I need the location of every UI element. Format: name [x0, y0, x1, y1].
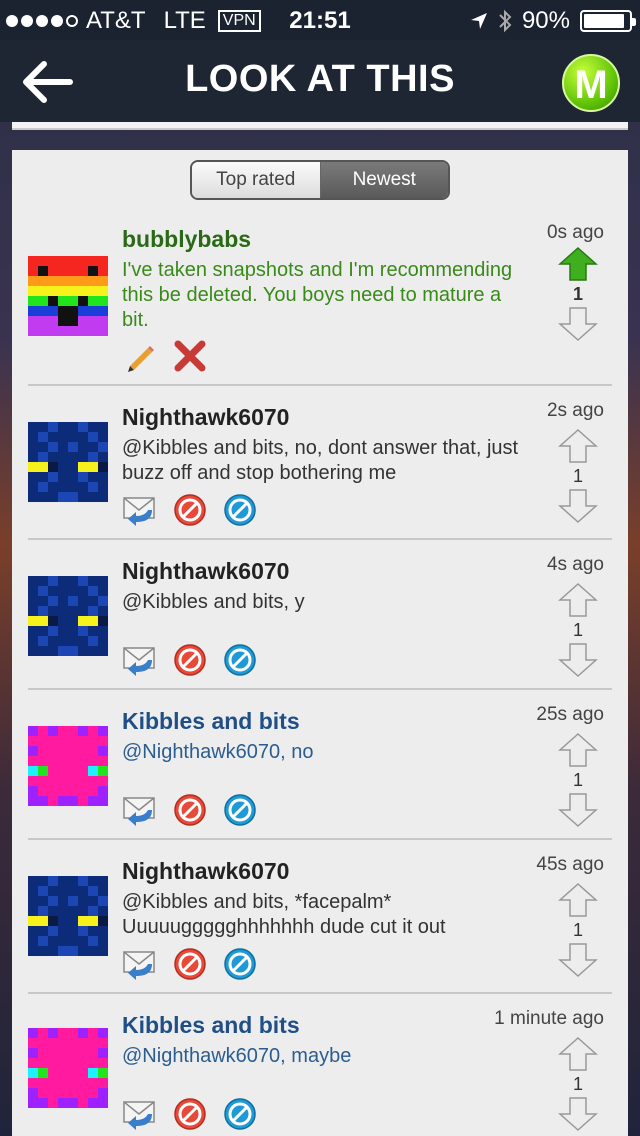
pencil-icon[interactable] [122, 338, 158, 374]
blue-block-icon[interactable] [222, 642, 258, 678]
status-right: 90% [470, 7, 636, 35]
vote-control: 1 [558, 246, 598, 342]
comment-username[interactable]: Nighthawk6070 [122, 558, 289, 585]
red-block-icon[interactable] [172, 792, 208, 828]
vote-count: 1 [572, 770, 583, 790]
comment-item: Kibbles and bits @Nighthawk6070, maybe 1… [28, 996, 612, 1136]
comment-item: Kibbles and bits @Nighthawk6070, no 25s … [28, 692, 612, 840]
comment-time: 25s ago [536, 704, 604, 725]
sort-segmented-control: Top rated Newest [190, 160, 450, 200]
comment-actions [122, 338, 208, 374]
red-block-icon[interactable] [172, 946, 208, 982]
comment-actions [122, 642, 258, 678]
vote-count: 1 [572, 466, 583, 486]
down-arrow-icon[interactable] [558, 942, 598, 978]
comment-username[interactable]: Kibbles and bits [122, 1012, 300, 1039]
battery-icon [580, 10, 636, 32]
comment-username[interactable]: Nighthawk6070 [122, 404, 289, 431]
reply-mail-icon[interactable] [122, 792, 158, 828]
location-arrow-icon [470, 13, 487, 29]
down-arrow-icon[interactable] [558, 792, 598, 828]
comments-panel: Top rated Newest bubblybabs I've taken s… [12, 150, 628, 1136]
up-arrow-icon[interactable] [558, 1036, 598, 1072]
previous-content-edge [12, 122, 628, 130]
status-bar: AT&T LTE VPN 21:51 90% [0, 0, 640, 40]
comment-username[interactable]: Kibbles and bits [122, 708, 300, 735]
avatar[interactable] [28, 726, 108, 806]
comment-text: @Kibbles and bits, *facepalm* Uuuuuggggg… [122, 891, 446, 938]
up-arrow-icon[interactable] [558, 582, 598, 618]
vote-control: 1 [558, 882, 598, 978]
blue-block-icon[interactable] [222, 946, 258, 982]
vote-count: 1 [572, 1074, 583, 1094]
comment-text: @Nighthawk6070, maybe [122, 1045, 352, 1067]
bluetooth-icon [499, 9, 512, 33]
down-arrow-icon[interactable] [558, 488, 598, 524]
reply-mail-icon[interactable] [122, 642, 158, 678]
comment-item: Nighthawk6070 @Kibbles and bits, no, don… [28, 388, 612, 540]
comment-text: @Nighthawk6070, no [122, 741, 314, 763]
battery-percent: 90% [521, 7, 570, 34]
red-block-icon[interactable] [172, 492, 208, 528]
avatar[interactable] [28, 422, 108, 502]
comment-time: 4s ago [546, 554, 604, 575]
navigation-bar: LOOK AT THIS M [0, 40, 640, 122]
red-block-icon[interactable] [172, 1096, 208, 1132]
comment-item: bubblybabs I've taken snapshots and I'm … [28, 222, 612, 386]
blue-block-icon[interactable] [222, 1096, 258, 1132]
comment-time: 2s ago [546, 400, 604, 421]
comment-username[interactable]: bubblybabs [122, 226, 251, 253]
vote-control: 1 [558, 1036, 598, 1132]
down-arrow-icon[interactable] [558, 642, 598, 678]
comment-actions [122, 1096, 258, 1132]
comment-time: 45s ago [536, 854, 604, 875]
comment-item: Nighthawk6070 @Kibbles and bits, y 4s ag… [28, 542, 612, 690]
up-arrow-icon[interactable] [558, 732, 598, 768]
page-title: LOOK AT THIS [185, 58, 455, 100]
avatar[interactable] [28, 1028, 108, 1108]
vote-count: 1 [572, 284, 583, 304]
down-arrow-icon[interactable] [558, 1096, 598, 1132]
blue-block-icon[interactable] [222, 792, 258, 828]
vote-control: 1 [558, 428, 598, 524]
comment-actions [122, 946, 258, 982]
avatar[interactable] [28, 876, 108, 956]
up-arrow-icon[interactable] [558, 882, 598, 918]
up-arrow-icon[interactable] [558, 246, 598, 282]
vote-control: 1 [558, 732, 598, 828]
red-x-icon[interactable] [172, 338, 208, 374]
tab-newest[interactable]: Newest [320, 162, 448, 198]
reply-mail-icon[interactable] [122, 1096, 158, 1132]
down-arrow-icon[interactable] [558, 306, 598, 342]
vote-count: 1 [572, 920, 583, 940]
comment-text: @Kibbles and bits, no, dont answer that,… [122, 437, 519, 484]
vote-control: 1 [558, 582, 598, 678]
comment-text: @Kibbles and bits, y [122, 591, 305, 613]
up-arrow-icon[interactable] [558, 428, 598, 464]
comment-time: 1 minute ago [494, 1008, 604, 1029]
vote-count: 1 [572, 620, 583, 640]
reply-mail-icon[interactable] [122, 946, 158, 982]
comment-text: I've taken snapshots and I'm recommendin… [122, 259, 513, 331]
reply-mail-icon[interactable] [122, 492, 158, 528]
tab-top-rated[interactable]: Top rated [192, 162, 321, 198]
app-logo[interactable]: M [562, 54, 620, 112]
comment-actions [122, 792, 258, 828]
comment-item: Nighthawk6070 @Kibbles and bits, *facepa… [28, 842, 612, 994]
comment-username[interactable]: Nighthawk6070 [122, 858, 289, 885]
avatar[interactable] [28, 576, 108, 656]
comment-actions [122, 492, 258, 528]
red-block-icon[interactable] [172, 642, 208, 678]
comment-time: 0s ago [546, 222, 604, 243]
avatar[interactable] [28, 256, 108, 336]
blue-block-icon[interactable] [222, 492, 258, 528]
